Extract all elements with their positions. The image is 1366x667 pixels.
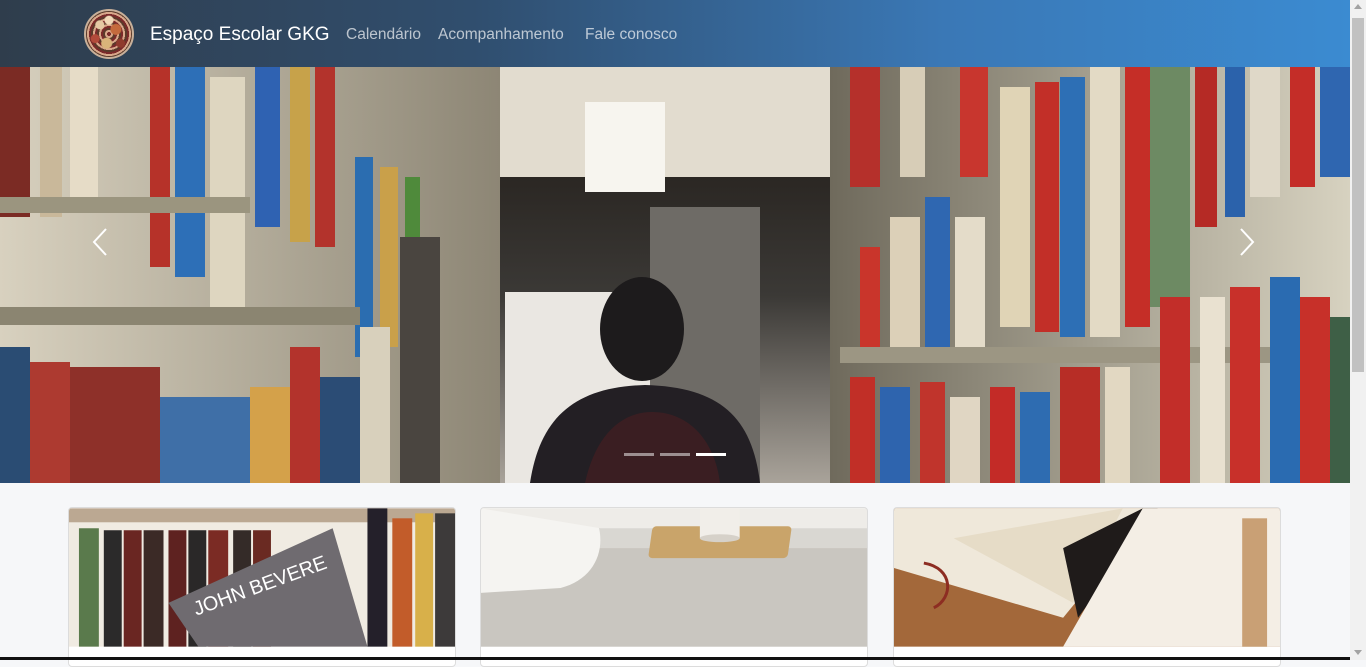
brand-name[interactable]: Espaço Escolar GKG [150,24,330,46]
nav-link-acompanhamento[interactable]: Acompanhamento [438,26,564,44]
nav-link-fale-conosco[interactable]: Fale conosco [585,26,677,44]
scroll-up-icon[interactable] [1354,4,1362,9]
chevron-right-icon [1240,228,1255,256]
carousel-indicator-3[interactable] [696,453,726,456]
carousel-prev-button[interactable] [80,222,120,262]
carousel-next-button[interactable] [1227,222,1267,262]
scroll-down-icon[interactable] [1354,650,1362,655]
carousel-indicator-1[interactable] [624,453,654,456]
nav-link-calendario[interactable]: Calendário [346,26,421,44]
page-scrollbar[interactable] [1350,0,1366,660]
card-1[interactable]: JOHN BEVERE [68,507,456,667]
scroll-thumb[interactable] [1352,18,1364,372]
carousel-indicator-2[interactable] [660,453,690,456]
chevron-left-icon [92,228,107,256]
school-logo-icon[interactable] [84,9,134,59]
carousel-indicators [624,453,726,456]
card-3[interactable] [893,507,1281,667]
library-aisle-image [0,67,1350,483]
card-2[interactable] [480,507,868,667]
top-navbar: Espaço Escolar GKG Calendário Acompanham… [0,0,1350,67]
bookshelf-book-image: JOHN BEVERE [69,508,455,647]
bed-tray-coffee-image [481,508,867,647]
open-bible-image [894,508,1280,647]
hero-carousel [0,67,1350,483]
